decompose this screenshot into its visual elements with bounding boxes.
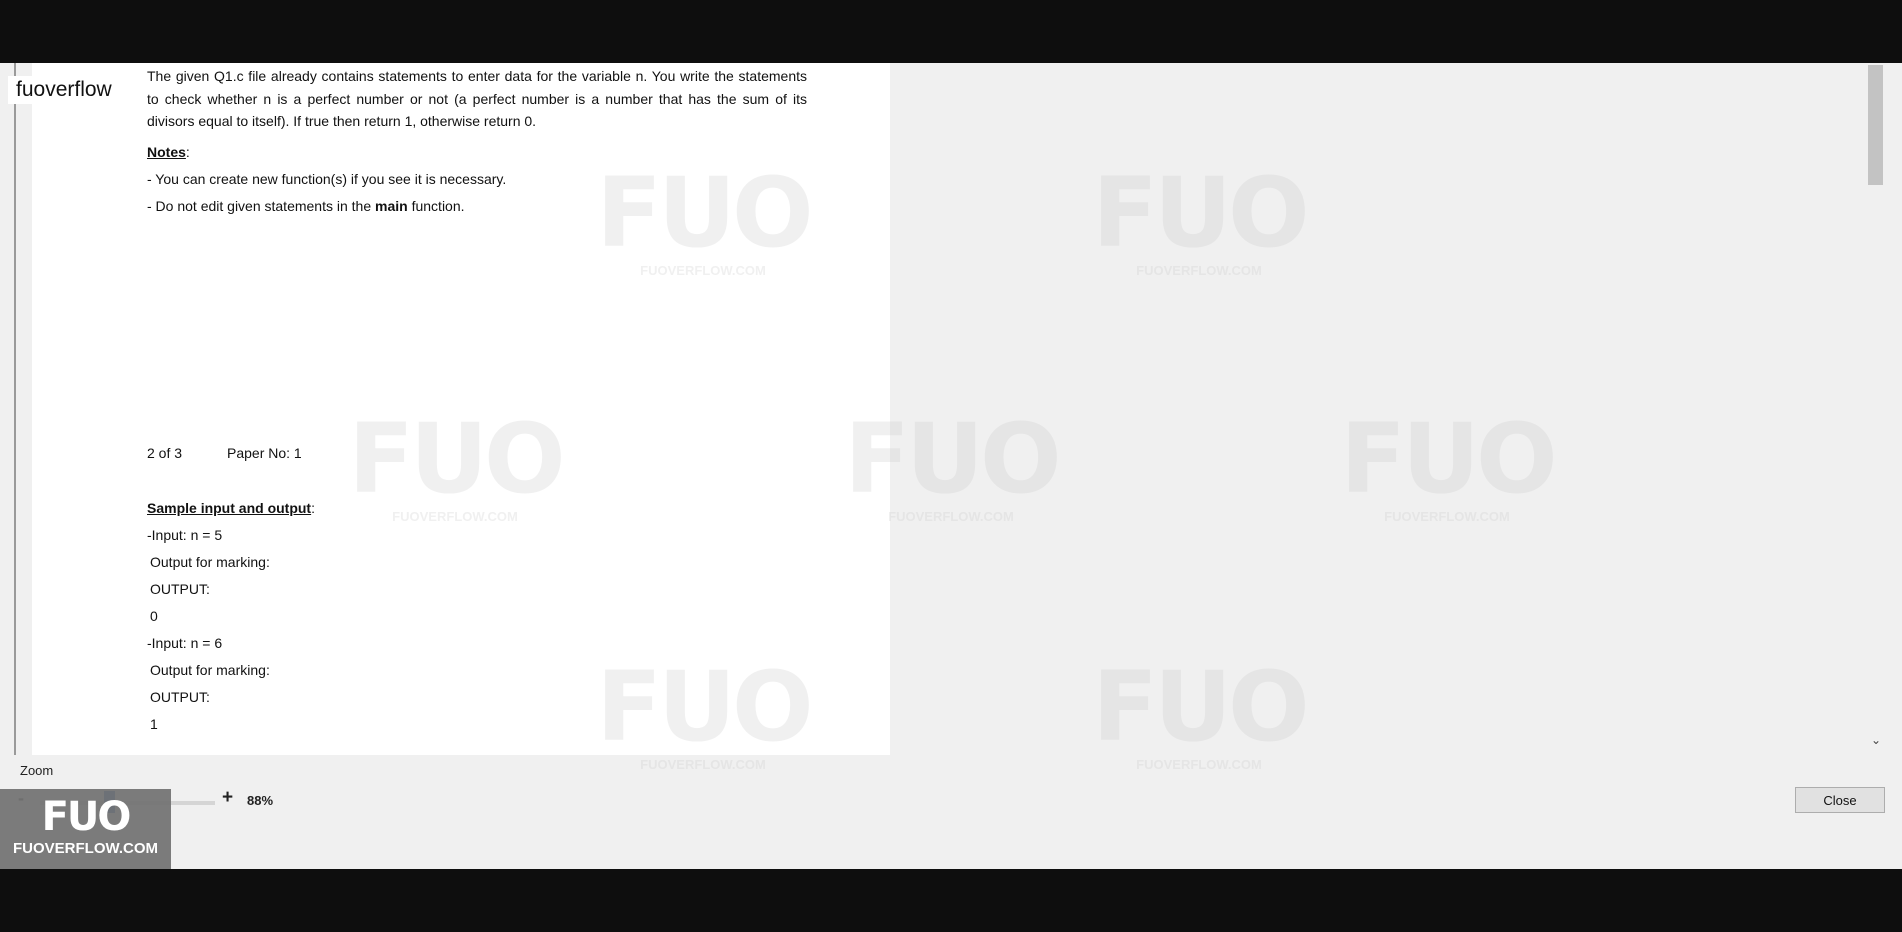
document-viewer-window: The given Q1.c file already contains sta… bbox=[0, 63, 1902, 869]
fuoverflow-logo: FUO FUOVERFLOW.COM bbox=[0, 789, 171, 869]
zoom-in-button[interactable]: + bbox=[222, 787, 233, 809]
document-view-area: The given Q1.c file already contains sta… bbox=[14, 63, 1868, 755]
paper-number: Paper No: 1 bbox=[227, 445, 302, 461]
question-paragraph: The given Q1.c file already contains sta… bbox=[147, 68, 807, 129]
notes-heading-line: Notes: bbox=[147, 144, 190, 160]
note-1: - You can create new function(s) if you … bbox=[147, 171, 507, 187]
zoom-label: Zoom bbox=[20, 763, 54, 778]
note-2-bold: main bbox=[375, 198, 408, 214]
sample-line: OUTPUT: bbox=[150, 581, 210, 597]
sample-heading: Sample input and output bbox=[147, 500, 312, 516]
sample-line: -Input: n = 5 bbox=[147, 527, 223, 543]
note-2-prefix: - Do not edit given statements in the bbox=[147, 198, 376, 214]
top-black-bar bbox=[0, 0, 1902, 63]
note-2: - Do not edit given statements in the ma… bbox=[147, 198, 465, 214]
scroll-down-arrow-icon[interactable]: ⌄ bbox=[1869, 733, 1883, 747]
document-page: The given Q1.c file already contains sta… bbox=[32, 63, 890, 755]
vertical-scrollbar[interactable]: ⌄ bbox=[1866, 63, 1886, 755]
fuoverflow-label: fuoverflow bbox=[8, 76, 120, 104]
zoom-value: 88% bbox=[247, 793, 274, 808]
sample-line: Output for marking: bbox=[150, 554, 270, 570]
sample-line: -Input: n = 6 bbox=[147, 635, 223, 651]
scrollbar-thumb[interactable] bbox=[1868, 65, 1883, 185]
sample-line: 1 bbox=[150, 716, 158, 732]
notes-colon: : bbox=[185, 144, 190, 160]
note-2-suffix: function. bbox=[407, 198, 465, 214]
sample-line: OUTPUT: bbox=[150, 689, 210, 705]
logo-mark: FUO bbox=[41, 794, 132, 840]
page-indicator: 2 of 3 bbox=[147, 445, 183, 461]
close-button[interactable]: Close bbox=[1795, 787, 1885, 813]
sample-heading-line: Sample input and output: bbox=[147, 500, 315, 516]
sample-line: Output for marking: bbox=[150, 662, 270, 678]
bottom-black-bar bbox=[0, 869, 1902, 932]
sample-line: 0 bbox=[150, 608, 158, 624]
logo-text: FUOVERFLOW.COM bbox=[13, 840, 158, 857]
notes-heading: Notes bbox=[147, 144, 186, 160]
sample-colon: : bbox=[311, 500, 315, 516]
